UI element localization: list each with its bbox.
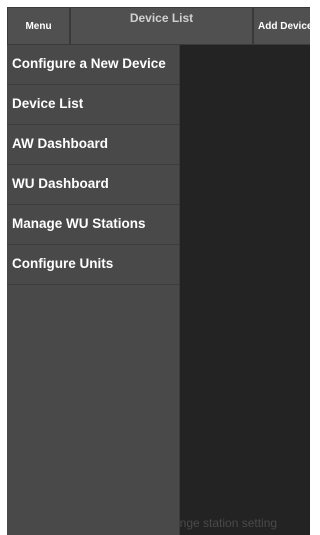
- background-hint-text: ange station setting: [173, 516, 278, 530]
- page-title: Device List: [71, 8, 252, 44]
- drawer-item-manage-wu-stations[interactable]: Manage WU Stations: [7, 205, 179, 245]
- drawer-item-configure-units[interactable]: Configure Units: [7, 245, 179, 285]
- drawer-item-device-list[interactable]: Device List: [7, 85, 179, 125]
- add-device-button[interactable]: Add Device: [254, 8, 310, 44]
- top-bar: Menu Device List Add Device: [7, 7, 310, 45]
- drawer-item-configure-new-device[interactable]: Configure a New Device: [7, 45, 179, 85]
- side-drawer: Configure a New Device Device List AW Da…: [7, 45, 180, 535]
- menu-button[interactable]: Menu: [8, 8, 69, 44]
- app-screen: Menu Device List Add Device ange station…: [7, 7, 310, 535]
- drawer-item-aw-dashboard[interactable]: AW Dashboard: [7, 125, 179, 165]
- drawer-item-wu-dashboard[interactable]: WU Dashboard: [7, 165, 179, 205]
